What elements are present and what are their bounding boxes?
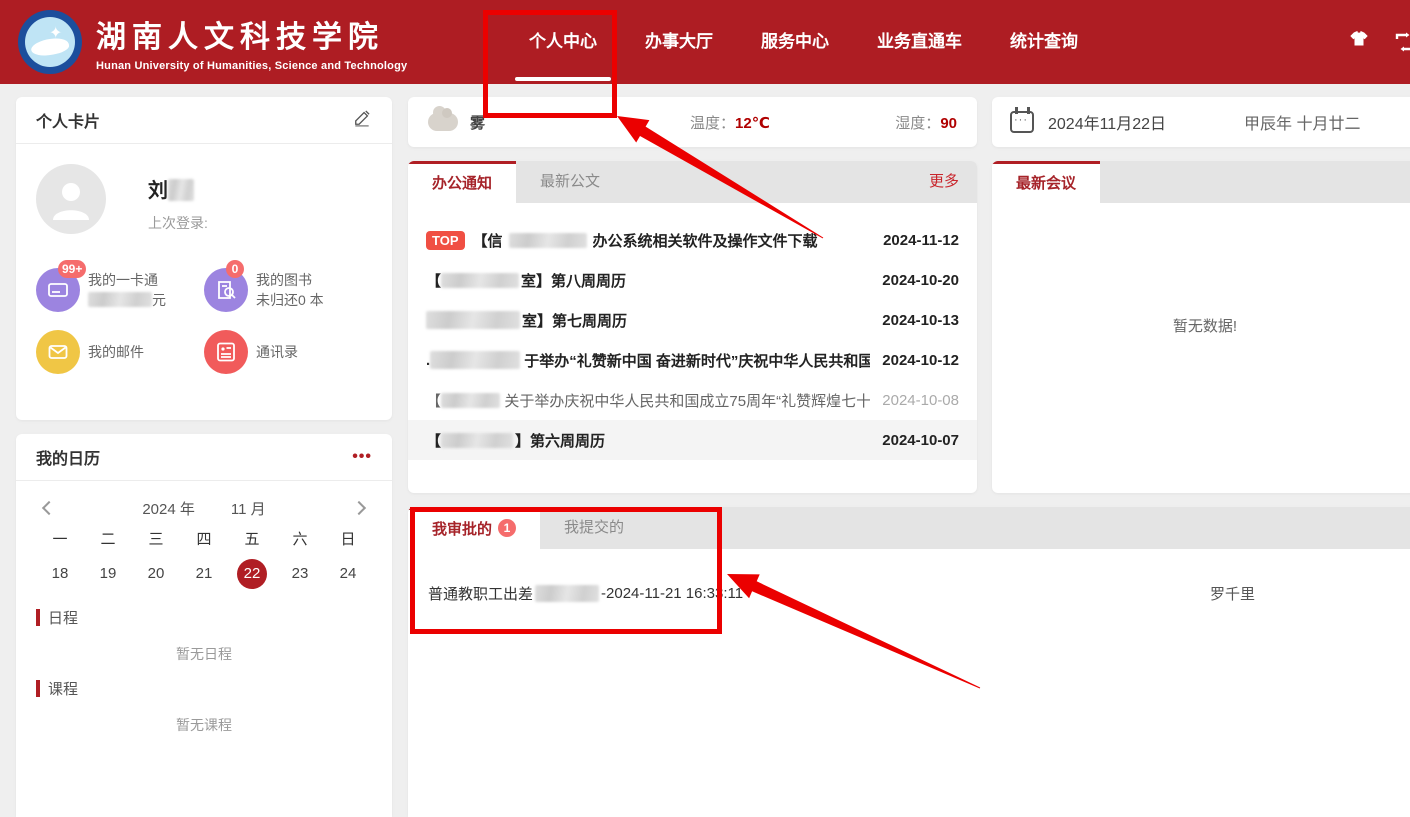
calendar-day[interactable]: 18	[36, 555, 84, 593]
notice-row[interactable]: 室】第七周周历 2024-10-13	[426, 300, 959, 340]
theme-skin-icon[interactable]	[1342, 25, 1376, 59]
notice-date: 2024-10-13	[870, 312, 959, 329]
date-bar: 2024年11月22日 甲辰年 十月廿二	[992, 97, 1410, 147]
logo-swoosh-shape	[30, 35, 70, 59]
meetings-empty-text: 暂无数据!	[992, 315, 1410, 336]
nav-business-express[interactable]: 业务直通车	[853, 0, 986, 84]
tab-office-notice[interactable]: 办公通知	[408, 161, 516, 203]
notices-more-link[interactable]: 更多	[929, 161, 977, 203]
calendar-date-icon	[1010, 111, 1034, 133]
humidity-reading: 湿度：90	[895, 112, 957, 133]
edit-profile-icon[interactable]	[352, 108, 372, 133]
approver-name: 罗千里	[1210, 583, 1398, 604]
calendar-day[interactable]: 21	[180, 555, 228, 593]
course-section-label: 课程	[36, 678, 372, 699]
notice-date: 2024-10-07	[870, 432, 959, 449]
main-nav: 个人中心 办事大厅 服务中心 业务直通车 统计查询	[505, 0, 1102, 84]
mail-icon	[36, 330, 80, 374]
books-badge: 0	[226, 260, 244, 278]
approval-count-badge: 1	[498, 519, 516, 537]
notice-date: 2024-11-12	[871, 232, 959, 249]
tab-latest-documents[interactable]: 最新公文	[516, 161, 624, 203]
temperature-reading: 温度：12℃	[690, 112, 770, 133]
campus-card-balance: 元	[88, 290, 166, 310]
approval-panel: 我审批的1 我提交的 普通教职工出差-2024-11-21 16:33:11 罗…	[408, 507, 1410, 817]
solar-date: 2024年11月22日	[1048, 110, 1166, 134]
notice-date: 2024-10-20	[870, 272, 959, 289]
calendar-day[interactable]: 20	[132, 555, 180, 593]
shortcut-contacts[interactable]: 通讯录	[204, 330, 372, 374]
notice-panel: 办公通知 最新公文 更多 TOP 【信 办公系统相关软件及操作文件下载 2024…	[408, 161, 977, 493]
calendar-day[interactable]: 23	[276, 555, 324, 593]
weather-bar: 雾 温度：12℃ 湿度：90	[408, 97, 977, 147]
calendar-card-title: 我的日历	[36, 445, 100, 469]
books-value: 未归还0 本	[256, 290, 324, 310]
school-name: 湖南人文科技学院	[96, 12, 407, 56]
top-badge: TOP	[426, 231, 465, 250]
switch-view-icon[interactable]	[1388, 25, 1410, 59]
nav-service-hall[interactable]: 办事大厅	[621, 0, 737, 84]
notice-row[interactable]: TOP 【信 办公系统相关软件及操作文件下载 2024-11-12	[426, 220, 959, 260]
notice-row[interactable]: 【 关于举办庆祝中华人民共和国成立75周年“礼赞辉煌七十五... 2024-10…	[426, 380, 959, 420]
course-empty-text: 暂无课程	[36, 715, 372, 735]
tab-my-submissions[interactable]: 我提交的	[540, 507, 648, 549]
school-title-block: 湖南人文科技学院 Hunan University of Humanities,…	[96, 12, 407, 72]
calendar-day-row: 18 19 20 21 22 23 24	[36, 555, 372, 593]
notice-date: 2024-10-08	[870, 392, 959, 409]
last-login-label: 上次登录:	[148, 213, 208, 233]
calendar-day[interactable]: 24	[324, 555, 372, 593]
calendar-more-icon[interactable]: •••	[352, 448, 372, 466]
school-logo[interactable]: ✦	[18, 10, 82, 74]
weather-condition: 雾	[470, 112, 485, 133]
shortcut-my-mail[interactable]: 我的邮件	[36, 330, 204, 374]
user-avatar[interactable]	[36, 164, 106, 234]
books-icon: 0	[204, 268, 248, 312]
campus-card-badge: 99+	[58, 260, 86, 278]
profile-card-title: 个人卡片	[36, 108, 100, 132]
calendar-year-month: 2024 年11 月	[54, 498, 354, 519]
approval-item[interactable]: 普通教职工出差-2024-11-21 16:33:11 罗千里	[408, 571, 1410, 615]
meeting-panel: 最新会议 暂无数据!	[992, 161, 1410, 493]
lunar-date: 甲辰年 十月廿二	[1244, 110, 1360, 134]
school-logo-emblem: ✦	[25, 17, 75, 67]
app-header: ✦ 湖南人文科技学院 Hunan University of Humanitie…	[0, 0, 1410, 84]
tab-latest-meetings[interactable]: 最新会议	[992, 161, 1100, 203]
tab-my-approvals[interactable]: 我审批的1	[408, 507, 540, 549]
contacts-icon	[204, 330, 248, 374]
profile-card: 个人卡片 刘 上次登录: 99+ 我的一卡通 元	[16, 97, 392, 420]
school-name-en: Hunan University of Humanities, Science …	[96, 60, 407, 72]
campus-card-icon: 99+	[36, 268, 80, 312]
shortcut-my-books[interactable]: 0 我的图书 未归还0 本	[204, 268, 372, 312]
shortcut-campus-card[interactable]: 99+ 我的一卡通 元	[36, 268, 204, 312]
fog-weather-icon	[428, 113, 458, 131]
nav-service-center[interactable]: 服务中心	[737, 0, 853, 84]
user-name: 刘	[148, 174, 208, 203]
schedule-empty-text: 暂无日程	[36, 644, 372, 664]
notice-row[interactable]: 【 室】第八周周历 2024-10-20	[426, 260, 959, 300]
mail-label: 我的邮件	[88, 342, 144, 362]
calendar-weekday-row: 一 二 三 四 五 六 日	[36, 525, 372, 555]
calendar-card: 我的日历 ••• 2024 年11 月 一 二 三 四 五 六 日 18 19 …	[16, 434, 392, 817]
campus-card-label: 我的一卡通	[88, 270, 166, 290]
calendar-day-selected[interactable]: 22	[228, 555, 276, 593]
notice-row[interactable]: . 于举办“礼赞新中国 奋进新时代”庆祝中华人民共和国成... 2024-10-…	[426, 340, 959, 380]
nav-statistics-query[interactable]: 统计查询	[986, 0, 1102, 84]
notice-date: 2024-10-12	[870, 352, 959, 369]
calendar-next-icon[interactable]	[352, 501, 366, 515]
contacts-label: 通讯录	[256, 342, 298, 362]
books-label: 我的图书	[256, 270, 324, 290]
notice-row[interactable]: 【 】第六周周历 2024-10-07	[408, 420, 977, 460]
calendar-day[interactable]: 19	[84, 555, 132, 593]
schedule-section-label: 日程	[36, 607, 372, 628]
nav-personal-center[interactable]: 个人中心	[505, 0, 621, 84]
